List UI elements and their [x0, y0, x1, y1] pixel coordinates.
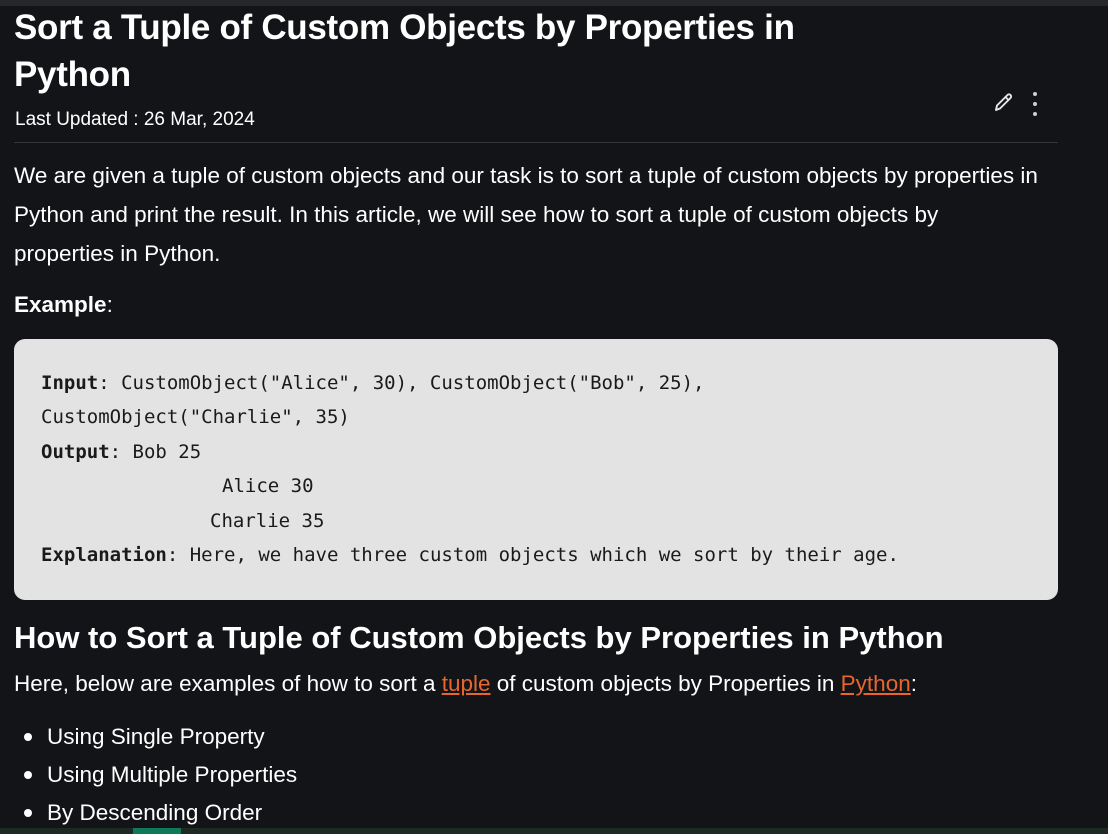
example-label-colon: : [106, 292, 113, 317]
code-input-text: : CustomObject("Alice", 30), CustomObjec… [98, 372, 705, 394]
section-lead: Here, below are examples of how to sort … [14, 668, 1094, 700]
lead-text-before: Here, below are examples of how to sort … [14, 671, 442, 696]
lead-text-after: : [910, 671, 917, 696]
more-vertical-icon[interactable] [1028, 90, 1042, 118]
lead-text-middle: of custom objects by Properties in [490, 671, 841, 696]
code-output-label: Output [41, 441, 110, 463]
code-explanation-label: Explanation [41, 544, 167, 566]
bottom-accent [133, 828, 181, 834]
last-updated: Last Updated : 26 Mar, 2024 [15, 109, 255, 130]
section-heading: How to Sort a Tuple of Custom Objects by… [14, 620, 944, 655]
code-output-line: Output: Bob 25 [41, 440, 201, 464]
code-input-continuation: CustomObject("Charlie", 35) [41, 406, 350, 428]
code-output-text: : Bob 25 [109, 441, 202, 463]
code-explanation-text: : Here, we have three custom objects whi… [166, 544, 899, 566]
tuple-link[interactable]: tuple [442, 671, 491, 696]
list-item: Using Single Property [0, 718, 297, 756]
python-link[interactable]: Python [841, 671, 911, 696]
header-divider [14, 142, 1058, 143]
list-item: By Descending Order [0, 794, 297, 832]
example-code-block: Input: CustomObject("Alice", 30), Custom… [14, 339, 1058, 600]
methods-list: Using Single Property Using Multiple Pro… [0, 718, 297, 832]
article-toolbar [992, 90, 1048, 120]
article-title: Sort a Tuple of Custom Objects by Proper… [14, 8, 795, 94]
code-explanation-line: Explanation: Here, we have three custom … [41, 543, 899, 567]
example-label: Example: [14, 290, 113, 320]
example-label-text: Example [14, 292, 107, 317]
code-input-line: Input: CustomObject("Alice", 30), Custom… [41, 371, 704, 395]
code-output-line-3: Charlie 35 [210, 510, 325, 532]
intro-paragraph: We are given a tuple of custom objects a… [14, 163, 1038, 266]
pencil-icon[interactable] [992, 90, 1016, 114]
code-output-line-2: Alice 30 [222, 475, 314, 497]
list-item: Using Multiple Properties [0, 756, 297, 794]
bottom-strip [0, 828, 1108, 834]
code-input-label: Input [41, 372, 99, 394]
